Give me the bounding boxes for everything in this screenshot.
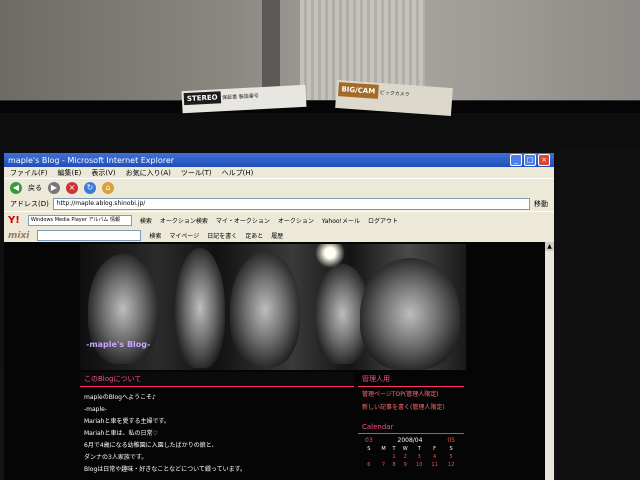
photo-figure	[360, 258, 460, 370]
stop-icon[interactable]: ×	[66, 182, 78, 194]
home-icon[interactable]: ⌂	[102, 182, 114, 194]
sticker-right-text: ビックカメラ	[379, 89, 410, 99]
back-button[interactable]: 戻る	[28, 183, 42, 193]
sticker-left-text: 保証書 製造番号	[222, 93, 259, 102]
yahoo-search-input[interactable]: Windows Media Player アルバム 情報	[27, 214, 132, 226]
window-titlebar: maple's Blog - Microsoft Internet Explor…	[4, 153, 554, 167]
monitor-top-edge	[0, 100, 640, 113]
calendar-day[interactable]: 8	[389, 461, 399, 469]
calendar-day[interactable]: 7	[378, 461, 390, 469]
calendar-day	[378, 453, 390, 461]
mixi-toolbar: mixi 検索 マイページ 日記を書く 足あと 履歴	[4, 228, 554, 243]
calendar-day[interactable]: 11	[427, 461, 442, 469]
calendar-day[interactable]: 3	[412, 453, 427, 461]
address-input[interactable]: http://maple.ablog.shinobi.jp/	[52, 198, 530, 210]
menu-edit[interactable]: 編集(E)	[58, 168, 82, 178]
about-heading: このBlogについて	[80, 372, 354, 387]
yahoo-toolbar: Y! Windows Media Player アルバム 情報 検索 オークショ…	[4, 211, 554, 228]
monitor-screen: maple's Blog - Microsoft Internet Explor…	[4, 153, 554, 480]
weekday: T	[417, 446, 421, 452]
yahoo-logo-icon[interactable]: Y!	[8, 215, 20, 226]
mixi-item-history[interactable]: 履歴	[271, 231, 283, 240]
navigation-toolbar: ◀ 戻る ▶ × ↻ ⌂	[4, 178, 554, 197]
photo-figure	[230, 252, 300, 367]
yahoo-item-logout[interactable]: ログアウト	[368, 216, 398, 225]
sidebar: 管理人用 管理ページTOP(管理人限定) 新しい記事を書く(管理人限定) Cal…	[358, 372, 464, 480]
close-icon[interactable]: ×	[538, 154, 550, 166]
calendar-month: 2008/04	[397, 437, 423, 444]
calendar-day[interactable]: 6	[360, 461, 378, 469]
forward-arrow-icon[interactable]: ▶	[48, 182, 60, 194]
post-line: 6月で4歳になる幼稚園に入園したばかりの娘と、	[84, 442, 218, 449]
calendar-day[interactable]: 12	[442, 461, 460, 469]
yahoo-item-mail[interactable]: Yahoo!メール	[322, 216, 360, 225]
weekday: F	[433, 446, 437, 452]
calendar-heading: Calendar	[358, 421, 464, 434]
calendar-day[interactable]: 4	[427, 453, 442, 461]
yahoo-search-button[interactable]: 検索	[140, 216, 152, 225]
calendar: 03 2008/04 05 S M T W T F S 1 2 3 4 5 6 …	[360, 436, 460, 469]
mixi-item-footprints[interactable]: 足あと	[245, 231, 263, 240]
maximize-icon[interactable]: □	[524, 154, 536, 166]
minimize-icon[interactable]: _	[510, 154, 522, 166]
calendar-day	[360, 453, 378, 461]
yahoo-item-auction-search[interactable]: オークション検索	[160, 216, 208, 225]
calendar-day[interactable]: 9	[399, 461, 412, 469]
post-line: mapleのBlogへようこそ♪	[84, 394, 156, 401]
menu-view[interactable]: 表示(V)	[91, 168, 115, 178]
calendar-day[interactable]: 10	[412, 461, 427, 469]
admin-top-link[interactable]: 管理ページTOP(管理人限定)	[358, 387, 464, 400]
monitor-right-bezel	[556, 150, 640, 480]
go-button[interactable]: 移動	[534, 199, 554, 209]
scroll-up-icon[interactable]: ▲	[545, 242, 554, 251]
admin-heading: 管理人用	[358, 372, 464, 387]
calendar-day[interactable]: 1	[389, 453, 399, 461]
calendar-prev-link[interactable]: 03	[360, 436, 378, 445]
back-arrow-icon[interactable]: ◀	[10, 182, 22, 194]
menu-favorites[interactable]: お気に入り(A)	[126, 168, 171, 178]
new-post-link[interactable]: 新しい記事を書く(管理人限定)	[358, 400, 464, 413]
sticker-left-logo: STEREO	[183, 91, 221, 106]
address-bar: アドレス(D) http://maple.ablog.shinobi.jp/ 移…	[4, 197, 554, 211]
mixi-search-button[interactable]: 検索	[149, 231, 161, 240]
main-column: このBlogについて mapleのBlogへようこそ♪ -maple- Mari…	[80, 372, 354, 480]
menu-bar: ファイル(F) 編集(E) 表示(V) お気に入り(A) ツール(T) ヘルプ(…	[4, 167, 554, 178]
post-line: Mariahと車は、私の日常♡	[84, 430, 158, 437]
menu-tools[interactable]: ツール(T)	[181, 168, 212, 178]
menu-help[interactable]: ヘルプ(H)	[222, 168, 254, 178]
vertical-scrollbar[interactable]: ▲	[545, 242, 554, 480]
refresh-icon[interactable]: ↻	[84, 182, 96, 194]
mixi-item-mypage[interactable]: マイページ	[169, 231, 199, 240]
weekday: T	[392, 446, 396, 452]
yahoo-item-my-auction[interactable]: マイ・オークション	[216, 216, 270, 225]
mixi-search-input[interactable]	[37, 230, 142, 241]
mixi-logo-icon[interactable]: mixi	[8, 231, 29, 241]
weekday: S	[367, 446, 371, 452]
window-title: maple's Blog - Microsoft Internet Explor…	[8, 155, 175, 165]
yahoo-item-auction[interactable]: オークション	[278, 216, 314, 225]
post-line: Blogは日常や趣味・好きなことなどについて綴っています。	[84, 466, 247, 473]
weekday: M	[381, 446, 386, 452]
calendar-next-link[interactable]: 05	[442, 436, 460, 445]
weekday: S	[449, 446, 453, 452]
about-post: mapleのBlogへようこそ♪ -maple- Mariahと車を愛する主婦で…	[80, 387, 354, 480]
calendar-day[interactable]: 2	[399, 453, 412, 461]
photo-figure	[175, 248, 225, 368]
sticker-right-logo: BIG/CAM	[337, 82, 379, 99]
weekday: W	[402, 446, 408, 452]
address-label: アドレス(D)	[10, 200, 49, 208]
post-line: Mariahと車を愛する主婦です。	[84, 418, 170, 425]
blog-header-image: -maple's Blog-	[80, 244, 466, 370]
mixi-item-write-diary[interactable]: 日記を書く	[207, 231, 237, 240]
calendar-day[interactable]: 5	[442, 453, 460, 461]
menu-file[interactable]: ファイル(F)	[10, 168, 48, 178]
post-line: ダンナの3人家族です。	[84, 454, 148, 461]
page-content: -maple's Blog- このBlogについて mapleのBlogへようこ…	[4, 242, 554, 480]
blog-title[interactable]: -maple's Blog-	[86, 340, 150, 349]
post-line: -maple-	[84, 406, 108, 413]
